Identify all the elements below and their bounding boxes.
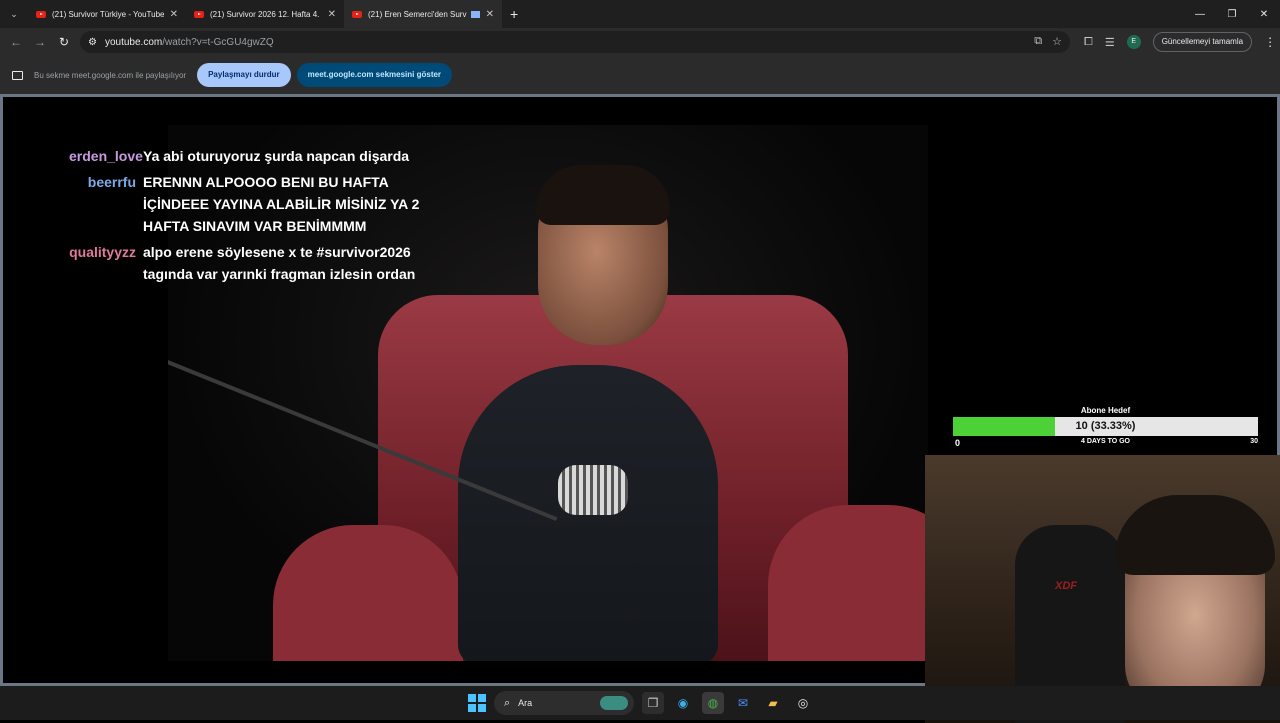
tab-eren-semerci[interactable]: (21) Eren Semerci'den Survivor ✕ xyxy=(344,0,502,28)
goal-progress-label: 10 (33.33%) xyxy=(1075,420,1136,432)
cast-icon[interactable]: ⧉ xyxy=(1034,35,1042,48)
armchair-left-arm xyxy=(273,525,463,661)
guest-hair xyxy=(536,165,670,225)
youtube-icon xyxy=(36,10,46,18)
sharing-status-text: Bu sekme meet.google.com ile paylaşılıyo… xyxy=(34,70,187,80)
tab-search-button[interactable]: ⌄ xyxy=(0,9,28,20)
forward-button[interactable]: → xyxy=(28,35,52,49)
close-icon[interactable]: ✕ xyxy=(486,9,494,20)
start-button[interactable] xyxy=(468,694,486,712)
taskbar-items: ⌕ Ara ❐ ◉ ◍ ✉ ▰ ◎ xyxy=(468,691,814,715)
obs-icon[interactable]: ◎ xyxy=(792,692,814,714)
tab-sharing-bar: Bu sekme meet.google.com ile paylaşılıyo… xyxy=(0,56,1280,94)
close-icon[interactable]: ✕ xyxy=(328,9,336,20)
goal-meta: 0 4 DAYS TO GO 30 xyxy=(953,436,1258,448)
maximize-button[interactable]: ❐ xyxy=(1216,9,1248,20)
chair-brand-logo: XDF xyxy=(1055,580,1077,592)
windows-taskbar: ⌕ Ara ❐ ◉ ◍ ✉ ▰ ◎ xyxy=(0,686,1280,720)
address-bar[interactable]: ⚙ youtube.com/watch?v=t-GcGU4gwZQ ⧉ ☆ xyxy=(80,31,1070,53)
bookmark-star-icon[interactable]: ☆ xyxy=(1052,35,1062,48)
chat-text: alpo erene söylesene x te #survivor2026 … xyxy=(143,244,416,282)
tab-label: (21) Survivor 2026 12. Hafta 4. Bölüm xyxy=(210,9,322,19)
chat-text: ERENNN ALPOOOO BENI BU HAFTA İÇİNDEEE YA… xyxy=(143,174,420,234)
chrome-icon[interactable]: ◍ xyxy=(702,692,724,714)
youtube-icon xyxy=(352,10,362,18)
taskbar-search[interactable]: ⌕ Ara xyxy=(494,691,634,715)
tab-survivor-2026[interactable]: (21) Survivor 2026 12. Hafta 4. Bölüm ✕ xyxy=(186,0,344,28)
goal-progress-bar: 10 (33.33%) xyxy=(953,417,1258,436)
url-host: youtube.com xyxy=(104,36,163,48)
search-icon: ⌕ xyxy=(504,696,511,709)
close-icon[interactable]: ✕ xyxy=(170,9,178,20)
toolbar-right: ⧠ ☰ E Güncellemeyi tamamla ⋮ xyxy=(1084,32,1276,52)
stream-canvas: erden_love Ya abi oturuyoruz şurda napca… xyxy=(0,94,1280,723)
youtube-icon xyxy=(194,10,204,18)
sharing-icon xyxy=(470,10,480,18)
microphone xyxy=(558,465,628,515)
chat-message: qualityyzz alpo erene söylesene x te #su… xyxy=(69,241,489,285)
profile-avatar[interactable]: E xyxy=(1126,35,1141,49)
tab-label: (21) Survivor Türkiye - YouTube xyxy=(52,9,164,19)
reload-button[interactable]: ↻ xyxy=(52,35,76,49)
chat-text: Ya abi oturuyoruz şurda napcan dişarda xyxy=(143,148,410,164)
url-text[interactable]: youtube.com/watch?v=t-GcGU4gwZQ xyxy=(105,37,274,48)
new-tab-button[interactable]: + xyxy=(510,6,518,22)
extensions-icon[interactable]: ⧠ xyxy=(1084,36,1093,49)
chat-message: beerrfu ERENNN ALPOOOO BENI BU HAFTA İÇİ… xyxy=(69,171,489,237)
close-window-button[interactable]: ✕ xyxy=(1248,9,1280,20)
url-path: /watch?v=t-GcGU4gwZQ xyxy=(162,36,274,48)
tab-label: (21) Eren Semerci'den Survivor xyxy=(368,9,467,19)
site-info-icon[interactable]: ⚙ xyxy=(88,37,97,48)
streamer-hair xyxy=(1115,495,1275,575)
search-highlight-icon xyxy=(600,696,628,710)
folder-icon[interactable]: ▰ xyxy=(762,692,784,714)
goal-max: 30 xyxy=(1250,438,1258,445)
chat-overlay: erden_love Ya abi oturuyoruz şurda napca… xyxy=(69,145,489,289)
minimize-button[interactable]: — xyxy=(1184,9,1216,20)
goal-title: Abone Hedef xyxy=(1080,406,1131,415)
webcam-overlay: XDF xyxy=(925,455,1280,723)
armchair-right-arm xyxy=(768,505,928,661)
show-meet-tab-button[interactable]: meet.google.com sekmesini göster xyxy=(296,63,453,87)
search-placeholder: Ara xyxy=(518,698,533,708)
tab-strip: ⌄ (21) Survivor Türkiye - YouTube ✕ (21)… xyxy=(0,0,1280,28)
chat-username: erden_love xyxy=(69,148,143,164)
mail-icon[interactable]: ✉ xyxy=(732,692,754,714)
stop-sharing-button[interactable]: Paylaşmayı durdur xyxy=(197,63,291,87)
subscriber-goal-widget: Abone Hedef 10 (33.33%) 0 4 DAYS TO GO 3… xyxy=(953,405,1258,448)
update-button[interactable]: Güncellemeyi tamamla xyxy=(1152,32,1253,52)
task-view-icon[interactable]: ❐ xyxy=(642,692,664,714)
chat-username: qualityyzz xyxy=(69,244,136,260)
tab-survivor-turkiye[interactable]: (21) Survivor Türkiye - YouTube ✕ xyxy=(28,0,186,28)
window-controls: — ❐ ✕ xyxy=(1184,0,1280,28)
omnibox-actions: ⧉ ☆ xyxy=(1034,35,1062,48)
menu-icon[interactable]: ⋮ xyxy=(1264,35,1276,49)
back-button[interactable]: ← xyxy=(4,35,28,49)
chat-username: beerrfu xyxy=(87,174,136,190)
screen-share-icon xyxy=(12,70,23,80)
goal-remaining: 4 DAYS TO GO xyxy=(1080,438,1131,445)
browser-toolbar: ← → ↻ ⚙ youtube.com/watch?v=t-GcGU4gwZQ … xyxy=(0,28,1280,56)
media-control-icon[interactable]: ☰ xyxy=(1105,36,1115,49)
chat-message: erden_love Ya abi oturuyoruz şurda napca… xyxy=(69,145,489,167)
edge-icon[interactable]: ◉ xyxy=(672,692,694,714)
